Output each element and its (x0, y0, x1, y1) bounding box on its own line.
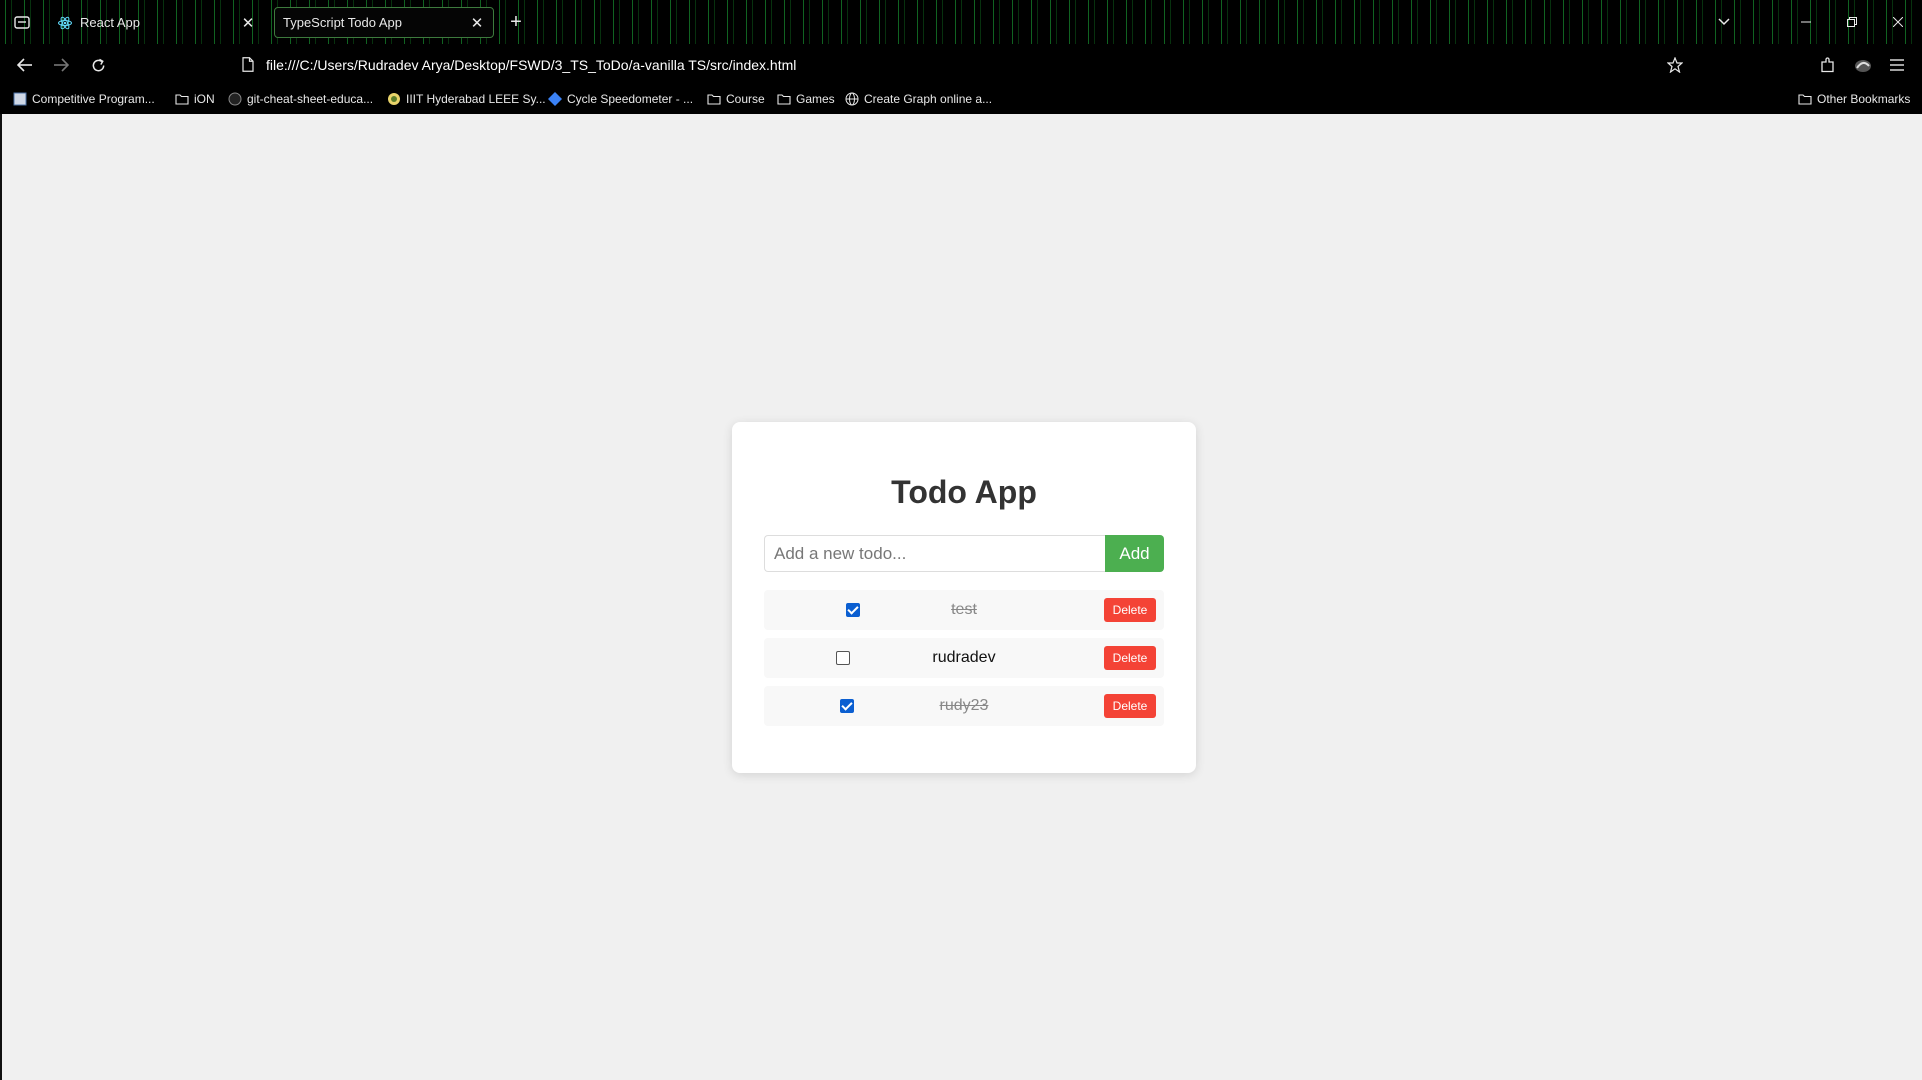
bookmark-label: Other Bookmarks (1817, 92, 1911, 106)
bookmark-label: iON (194, 92, 215, 106)
tab-overview-icon[interactable] (12, 13, 32, 31)
todo-checkbox[interactable] (840, 699, 854, 713)
bookmarks-bar: Competitive Program... iON git-cheat-she… (0, 86, 1922, 114)
site-icon (387, 92, 401, 106)
todo-item: rudradev Delete (764, 638, 1164, 678)
bookmark-folder[interactable]: Course (707, 92, 765, 106)
github-icon (228, 92, 242, 106)
bookmark-item[interactable]: Competitive Program... (13, 92, 155, 106)
todo-card: Todo App Add test Delete rudradev Delete… (732, 422, 1196, 773)
react-icon (58, 16, 72, 30)
navigation-bar: file:///C:/Users/Rudradev Arya/Desktop/F… (0, 44, 1922, 86)
bookmark-star-icon[interactable] (1664, 55, 1686, 75)
bookmark-item[interactable]: Cycle Speedometer - ... (548, 92, 693, 106)
delete-button[interactable]: Delete (1104, 646, 1156, 670)
bookmark-label: git-cheat-sheet-educa... (247, 92, 374, 106)
todo-item: test Delete (764, 590, 1164, 630)
bookmark-label: Cycle Speedometer - ... (567, 92, 694, 106)
tab-strip: React App ✕ TypeScript Todo App ✕ + (0, 0, 1922, 44)
menu-icon[interactable] (1886, 55, 1908, 75)
bookmark-label: Games (796, 92, 835, 106)
restore-icon[interactable] (1842, 12, 1862, 32)
tab-label: React App (80, 15, 140, 30)
add-todo-row: Add (764, 535, 1164, 572)
profile-avatar-icon[interactable] (1851, 54, 1875, 76)
close-window-icon[interactable] (1888, 12, 1908, 32)
close-tab-icon[interactable]: ✕ (467, 14, 487, 32)
todo-checkbox[interactable] (836, 651, 850, 665)
todo-input[interactable] (764, 535, 1105, 572)
delete-button[interactable]: Delete (1104, 598, 1156, 622)
forward-icon[interactable] (50, 55, 72, 75)
extensions-icon[interactable] (1816, 55, 1838, 75)
folder-icon (175, 92, 189, 106)
folder-icon (777, 92, 791, 106)
todo-checkbox[interactable] (846, 603, 860, 617)
back-icon[interactable] (14, 55, 36, 75)
page-icon (242, 57, 254, 77)
globe-icon (845, 92, 859, 106)
bookmark-item[interactable]: IIIT Hyderabad LEEE Sy... (387, 92, 546, 106)
tab-typescript-todo-app[interactable]: TypeScript Todo App ✕ (274, 7, 494, 38)
site-icon (13, 92, 27, 106)
tab-label: TypeScript Todo App (283, 15, 403, 30)
todo-item: rudy23 Delete (764, 686, 1164, 726)
add-button[interactable]: Add (1105, 535, 1164, 572)
folder-icon (1798, 92, 1812, 106)
bookmark-folder[interactable]: Games (777, 92, 835, 106)
bookmark-item[interactable]: git-cheat-sheet-educa... (228, 92, 373, 106)
reload-icon[interactable] (87, 55, 109, 75)
browser-chrome: React App ✕ TypeScript Todo App ✕ + file… (0, 0, 1922, 114)
delete-button[interactable]: Delete (1104, 694, 1156, 718)
tab-react-app[interactable]: React App ✕ (50, 7, 264, 38)
page-viewport: Todo App Add test Delete rudradev Delete… (0, 114, 1922, 1080)
close-tab-icon[interactable]: ✕ (238, 14, 258, 32)
folder-icon (707, 92, 721, 106)
bookmark-label: IIIT Hyderabad LEEE Sy... (406, 92, 546, 106)
bookmark-folder[interactable]: iON (175, 92, 215, 106)
address-bar[interactable]: file:///C:/Users/Rudradev Arya/Desktop/F… (266, 57, 796, 73)
tab-list-chevron-icon[interactable] (1714, 12, 1734, 32)
bookmark-label: Create Graph online a... (864, 92, 993, 106)
diamond-icon (548, 92, 562, 106)
app-title: Todo App (891, 474, 1037, 510)
new-tab-icon[interactable]: + (506, 11, 526, 33)
bookmark-label: Competitive Program... (32, 92, 155, 106)
bookmark-item[interactable]: Create Graph online a... (845, 92, 992, 106)
minimize-icon[interactable] (1796, 12, 1816, 32)
bookmark-label: Course (726, 92, 765, 106)
other-bookmarks-folder[interactable]: Other Bookmarks (1798, 92, 1910, 106)
